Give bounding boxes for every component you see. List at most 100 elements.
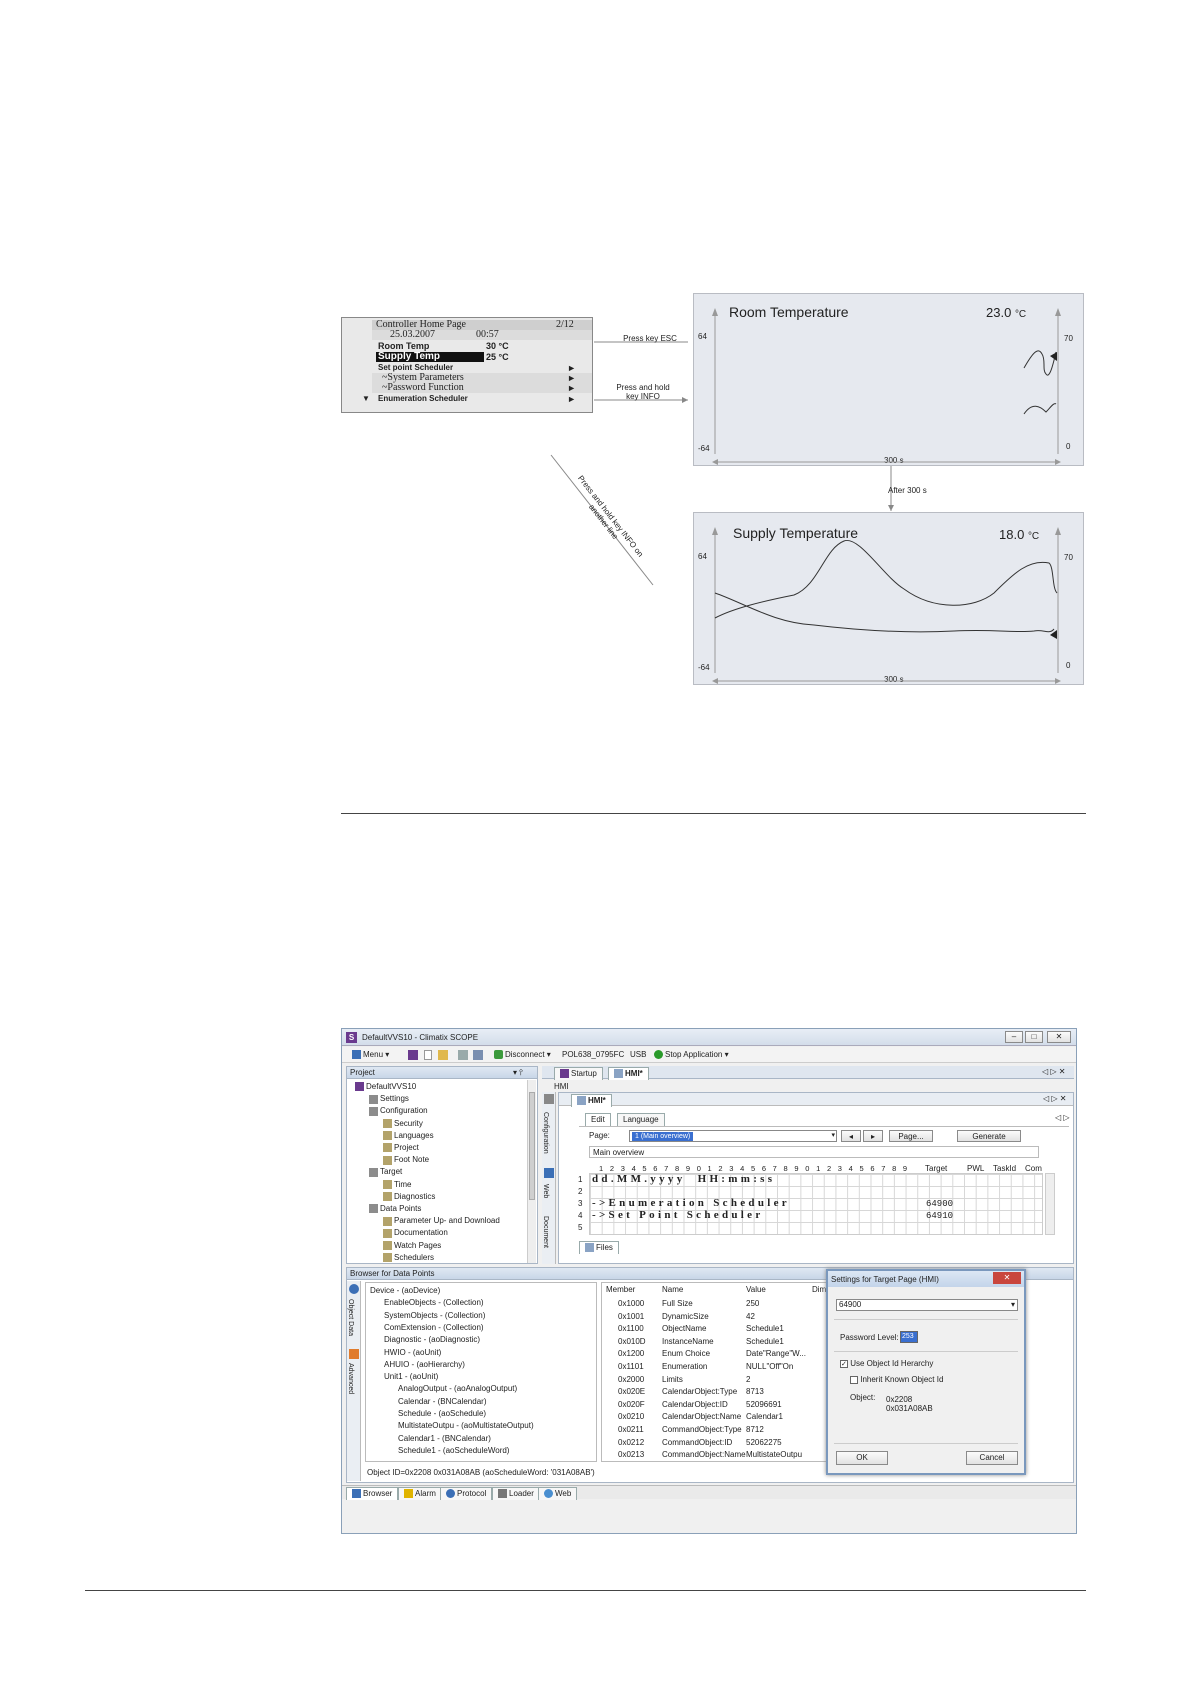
project-tree-item[interactable]: Documentation [383, 1228, 448, 1238]
maximize-button[interactable]: □ [1025, 1031, 1043, 1043]
grid-row-text[interactable]: ->Enumeration Scheduler [592, 1197, 790, 1209]
ok-button[interactable]: OK [836, 1451, 888, 1465]
project-tree-item[interactable]: Configuration [369, 1106, 428, 1116]
tab-protocol[interactable]: Protocol [440, 1487, 493, 1500]
supply-trend-plot [712, 527, 1061, 684]
project-tree-item[interactable]: Security [383, 1119, 423, 1128]
footer-divider [85, 1590, 1086, 1591]
project-tree-item[interactable]: Diagnostics [383, 1192, 435, 1202]
scope-window: S DefaultVVS10 - Climatix SCOPE – □ ✕ Me… [341, 1028, 1077, 1534]
advanced-icon[interactable] [349, 1349, 359, 1359]
side-tab-document[interactable]: Document [542, 1216, 549, 1248]
scope-icon[interactable] [408, 1050, 418, 1060]
target-page-select[interactable]: 64900 ▾ [836, 1299, 1018, 1311]
tree-node-icon [369, 1167, 378, 1177]
project-tree-item[interactable]: Data Points [369, 1204, 421, 1214]
project-tree-item[interactable]: Parameter Up- and Download [383, 1216, 500, 1226]
hmi-grid[interactable]: 1 dd.MM.yyyy HH:mm:ss 2 3 ->Enumeration Sche… [578, 1173, 1043, 1235]
menu-button[interactable]: Menu ▾ [352, 1050, 389, 1060]
project-tree-item[interactable]: Watch Pages [383, 1241, 441, 1250]
grid-row-text[interactable]: ->Set Point Scheduler [592, 1209, 764, 1221]
close-button[interactable]: ✕ [1047, 1031, 1071, 1043]
data-point-tree-item[interactable]: Device - (aoDevice) [370, 1286, 440, 1295]
wrench-icon[interactable] [544, 1094, 554, 1104]
tab-startup[interactable]: Startup [554, 1067, 603, 1080]
tab-web[interactable]: Web [538, 1487, 578, 1500]
data-point-tree-item[interactable]: Schedule - (aoSchedule) [398, 1409, 486, 1418]
member-value-cell: 52096691 [746, 1399, 782, 1409]
prev-page-button[interactable]: ◂ [841, 1130, 861, 1142]
side-tab-object-data[interactable]: Object Data [347, 1299, 354, 1336]
stop-application-button[interactable]: Stop Application ▾ [654, 1050, 729, 1060]
data-point-tree-item[interactable]: Calendar - (BNCalendar) [398, 1397, 486, 1406]
data-point-tree-item[interactable]: Unit1 - (aoUnit) [384, 1372, 438, 1381]
data-point-tree-item[interactable]: AHUIO - (aoHierarchy) [384, 1360, 465, 1369]
col-target: Target [925, 1164, 948, 1173]
data-point-tree-item[interactable]: ComExtension - (Collection) [384, 1323, 484, 1332]
project-tree-item[interactable]: Project [383, 1143, 419, 1153]
pane-dropdown-icon[interactable]: ▾ ⫯ [513, 1068, 523, 1078]
scrollbar-thumb[interactable] [529, 1092, 535, 1200]
tab-alarm[interactable]: Alarm [398, 1487, 442, 1500]
member-id-cell: 0x2000 [618, 1374, 645, 1384]
cancel-button[interactable]: Cancel [966, 1451, 1018, 1465]
project-scrollbar[interactable] [527, 1080, 536, 1263]
tab-browser[interactable]: Browser [346, 1487, 399, 1500]
side-tab-advanced[interactable]: Advanced [347, 1363, 354, 1394]
inner-tab-close-icon[interactable]: ◁ ▷ ✕ [1043, 1094, 1066, 1103]
object-data-icon[interactable] [349, 1284, 359, 1294]
side-tab-configuration[interactable]: Configuration [542, 1112, 549, 1154]
open-folder-icon[interactable] [438, 1050, 448, 1060]
data-point-tree-item[interactable]: SystemObjects - (Collection) [384, 1311, 485, 1320]
tab-loader[interactable]: Loader [492, 1487, 540, 1500]
dialog-close-button[interactable]: ✕ [993, 1272, 1021, 1284]
project-tree-item[interactable]: Target [369, 1167, 402, 1177]
project-tree-item[interactable]: Languages [383, 1131, 434, 1141]
grid-row-number: 4 [578, 1211, 583, 1220]
disconnect-button[interactable]: Disconnect ▾ [494, 1050, 551, 1060]
window-title: DefaultVVS10 - Climatix SCOPE [362, 1033, 479, 1042]
data-point-tree-item[interactable]: Schedule1 - (aoScheduleWord) [398, 1446, 509, 1455]
page-select[interactable]: 1 (Main overview) ▾ [629, 1130, 837, 1142]
save-icon[interactable] [458, 1050, 468, 1060]
next-page-button[interactable]: ▸ [863, 1130, 883, 1142]
data-point-tree-item[interactable]: MultistateOutpu - (aoMultistateOutput) [398, 1421, 534, 1430]
tab-language[interactable]: Language [617, 1113, 665, 1126]
scope-icon [560, 1069, 569, 1079]
project-tree-item[interactable]: DefaultVVS10 [355, 1082, 416, 1092]
minimize-button[interactable]: – [1005, 1031, 1023, 1043]
password-level-field[interactable]: 253 [900, 1331, 918, 1343]
annotation-after-300s: After 300 s [888, 486, 927, 495]
new-file-icon[interactable] [424, 1050, 432, 1060]
data-point-tree-item[interactable]: EnableObjects - (Collection) [384, 1298, 484, 1307]
inherit-known-object-id-checkbox[interactable]: Inherit Known Object Id [850, 1375, 943, 1384]
grid-row-target[interactable]: 64900 [926, 1199, 953, 1209]
grid-row-text[interactable]: dd.MM.yyyy HH:mm:ss [592, 1173, 775, 1185]
page-title-field[interactable]: Main overview [589, 1146, 1039, 1158]
use-object-id-hierarchy-checkbox[interactable]: ✓ Use Object Id Herarchy [840, 1359, 933, 1368]
data-point-tree-item[interactable]: Diagnostic - (aoDiagnostic) [384, 1335, 480, 1344]
save-all-icon[interactable] [473, 1050, 483, 1060]
editor-nav-icon[interactable]: ◁ ▷ [1055, 1113, 1070, 1122]
web-icon[interactable] [544, 1168, 554, 1178]
side-tab-web[interactable]: Web [542, 1184, 549, 1198]
data-point-tree-item[interactable]: AnalogOutput - (aoAnalogOutput) [398, 1384, 517, 1393]
project-tree-item[interactable]: Settings [369, 1094, 409, 1104]
page-button[interactable]: Page... [889, 1130, 933, 1142]
tab-edit[interactable]: Edit [585, 1113, 611, 1126]
generate-button[interactable]: Generate [957, 1130, 1021, 1142]
grid-scrollbar[interactable] [1045, 1173, 1055, 1235]
tab-hmi[interactable]: HMI* [608, 1067, 649, 1080]
data-point-tree-item[interactable]: Calendar1 - (BNCalendar) [398, 1434, 491, 1443]
tab-inner-hmi[interactable]: HMI* [571, 1094, 612, 1107]
project-tree-item[interactable]: Schedulers [383, 1253, 434, 1263]
member-value-cell: 42 [746, 1311, 755, 1321]
grid-row-target[interactable]: 64910 [926, 1211, 953, 1221]
tab-scroll-close-icon[interactable]: ◁ ▷ ✕ [1042, 1067, 1065, 1076]
tab-files[interactable]: Files [579, 1241, 619, 1254]
project-tree-item[interactable]: Foot Note [383, 1155, 429, 1165]
object-value-2: 0x031A08AB [886, 1404, 933, 1413]
tree-node-icon [383, 1179, 392, 1189]
project-tree-item[interactable]: Time [383, 1180, 411, 1189]
data-point-tree-item[interactable]: HWIO - (aoUnit) [384, 1348, 441, 1357]
